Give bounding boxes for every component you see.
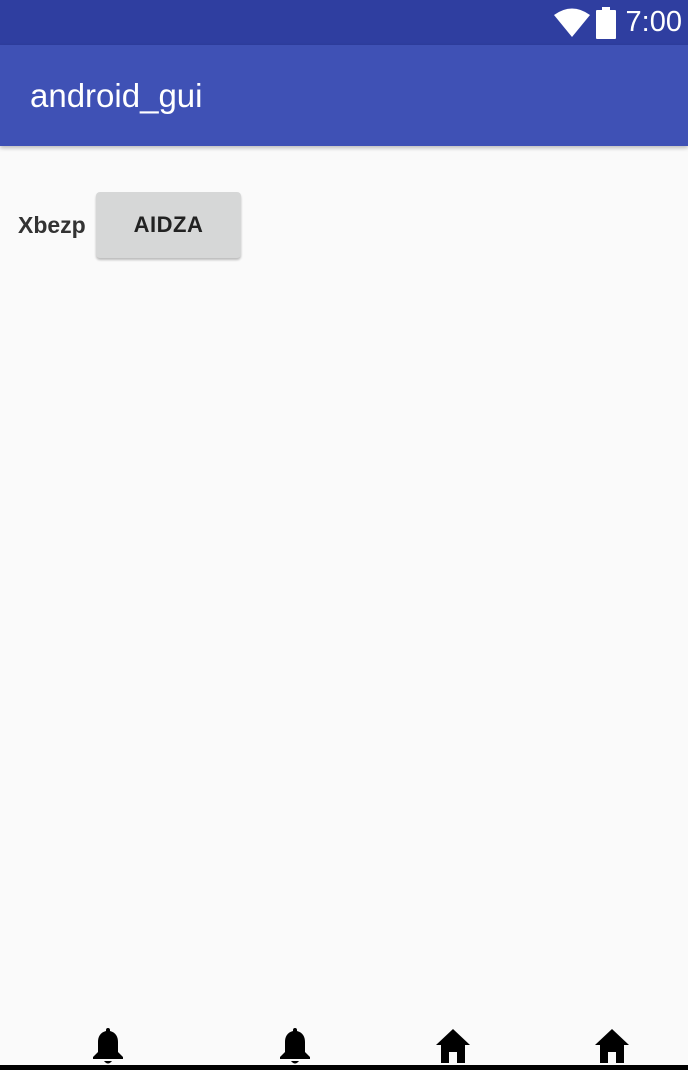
text-label: Xbezp [18, 211, 86, 238]
home-icon[interactable] [435, 1025, 471, 1065]
action-button[interactable]: AIDZA [96, 192, 241, 258]
status-icons: 7:00 [553, 0, 682, 45]
bottom-navigation [0, 1020, 688, 1070]
bell-icon[interactable] [277, 1025, 313, 1065]
bell-icon[interactable] [90, 1025, 126, 1065]
wifi-icon [553, 8, 590, 37]
app-title: android_gui [30, 77, 203, 114]
main-content: Xbezp AIDZA [0, 146, 688, 1036]
status-bar: 7:00 [0, 0, 688, 45]
label-button-row: Xbezp AIDZA [18, 192, 241, 258]
bottom-divider [0, 1065, 688, 1070]
battery-icon [595, 6, 616, 39]
app-bar: android_gui [0, 45, 688, 146]
status-time: 7:00 [625, 6, 682, 38]
home-icon[interactable] [594, 1025, 630, 1065]
